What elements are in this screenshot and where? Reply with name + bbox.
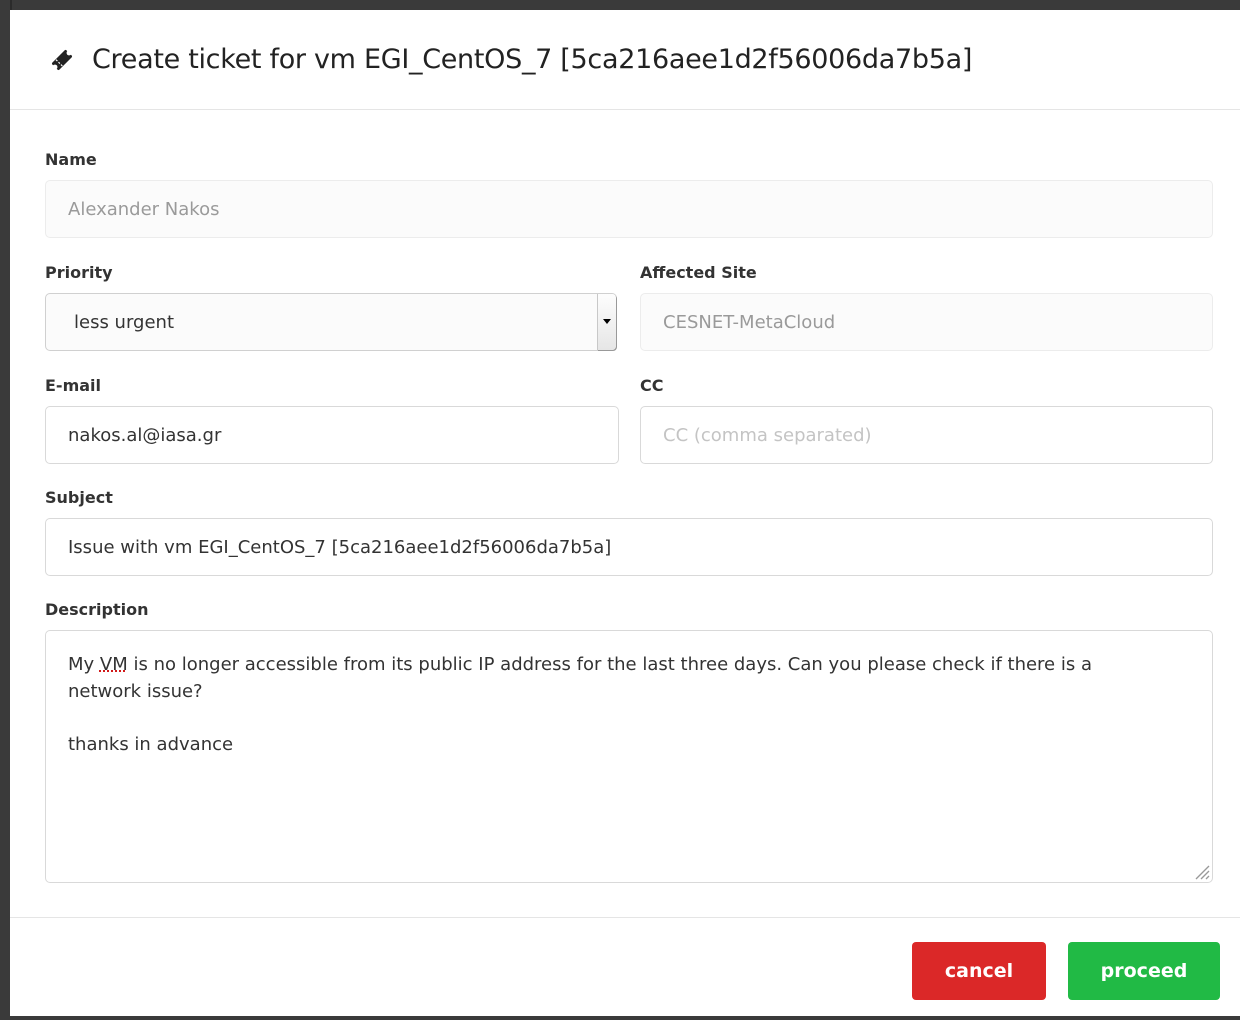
affected-site-value: CESNET-MetaCloud — [663, 311, 836, 333]
priority-label: Priority — [45, 263, 113, 282]
cancel-button[interactable]: cancel — [912, 942, 1046, 1000]
subject-value: Issue with vm EGI_CentOS_7 [5ca216aee1d2… — [68, 536, 612, 558]
modal-footer: cancel proceed — [10, 917, 1240, 1020]
description-textarea[interactable]: My VM is no longer accessible from its p… — [45, 630, 1213, 883]
name-field: Alexander Nakos — [45, 180, 1213, 238]
description-line-2: network issue? — [68, 681, 203, 702]
priority-selected-value: less urgent — [74, 311, 175, 333]
subject-label: Subject — [45, 488, 113, 507]
proceed-button[interactable]: proceed — [1068, 942, 1220, 1000]
cc-label: CC — [640, 376, 664, 395]
description-line-1-end: is no longer accessible from its public … — [127, 654, 1092, 675]
name-label: Name — [45, 150, 97, 169]
ticket-icon — [48, 46, 76, 74]
modal-body: Name Alexander Nakos Priority less urgen… — [10, 110, 1240, 918]
priority-select[interactable]: less urgent — [45, 293, 617, 351]
email-field[interactable]: nakos.al@iasa.gr — [45, 406, 619, 464]
modal-header: Create ticket for vm EGI_CentOS_7 [5ca21… — [10, 10, 1240, 110]
description-line-1-start: My — [68, 654, 100, 675]
affected-site-field: CESNET-MetaCloud — [640, 293, 1213, 351]
description-line-3: thanks in advance — [68, 734, 234, 755]
dropdown-arrow-icon[interactable] — [597, 294, 616, 350]
subject-field[interactable]: Issue with vm EGI_CentOS_7 [5ca216aee1d2… — [45, 518, 1213, 576]
modal-title: Create ticket for vm EGI_CentOS_7 [5ca21… — [92, 44, 973, 75]
cc-placeholder: CC (comma separated) — [663, 424, 872, 446]
create-ticket-modal: Create ticket for vm EGI_CentOS_7 [5ca21… — [10, 10, 1240, 1016]
cc-field[interactable]: CC (comma separated) — [640, 406, 1213, 464]
resize-handle-icon[interactable] — [1192, 862, 1210, 880]
description-label: Description — [45, 600, 149, 619]
name-value: Alexander Nakos — [68, 198, 220, 220]
email-value: nakos.al@iasa.gr — [68, 424, 222, 446]
email-label: E-mail — [45, 376, 102, 395]
affected-site-label: Affected Site — [640, 263, 757, 282]
spellcheck-word: VM — [99, 654, 128, 675]
description-line-1: My VM is no longer accessible from its p… — [68, 651, 1092, 678]
